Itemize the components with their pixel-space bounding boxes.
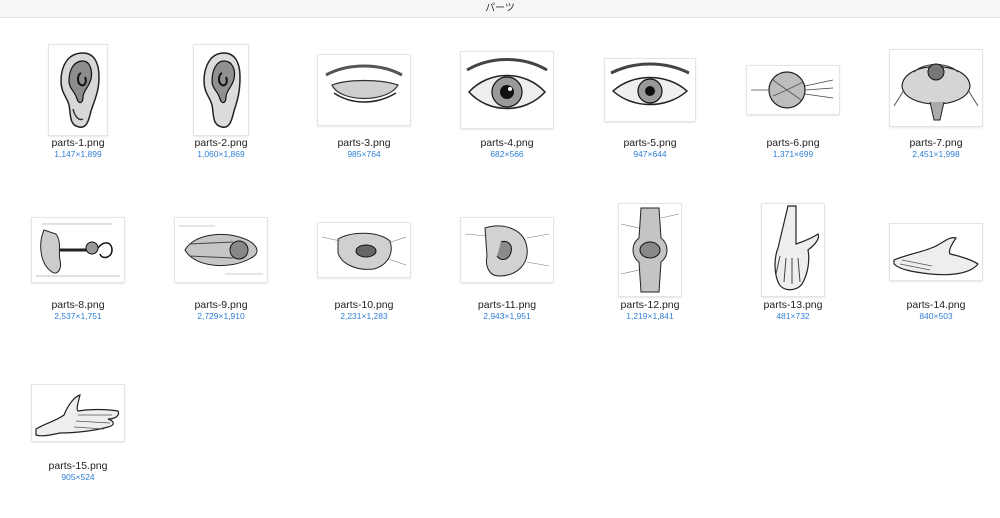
finder-window: パーツ parts-1.png 1,147×1,899 parts-2.png … [0, 0, 1000, 518]
file-item-parts-9[interactable]: parts-9.png 2,729×1,910 [151, 180, 291, 322]
thumbnail-area [437, 180, 577, 290]
eye-icon[interactable] [605, 59, 695, 121]
hand-icon[interactable] [762, 204, 824, 296]
file-item-parts-1[interactable]: parts-1.png 1,147×1,899 [8, 18, 148, 160]
thumbnail-area [8, 18, 148, 135]
inner-ear-diagram-icon[interactable] [32, 218, 124, 282]
knee-joint-diagram-icon[interactable] [619, 204, 681, 296]
thumbnail-area [8, 180, 148, 290]
file-dimensions: 1,060×1,869 [197, 149, 245, 159]
file-dimensions: 1,219×1,841 [626, 311, 674, 321]
ear-icon[interactable] [49, 45, 107, 135]
open-hand-icon[interactable] [890, 224, 982, 280]
eye-socket-diagram-icon[interactable] [318, 223, 410, 277]
eyeball-diagram-icon[interactable] [747, 66, 839, 114]
file-name: parts-4.png [480, 137, 534, 149]
file-dimensions: 905×524 [61, 472, 95, 482]
hand-pointing-icon[interactable] [32, 385, 124, 441]
thumbnail-area [723, 18, 863, 128]
thumbnail-area [294, 18, 434, 128]
thumbnail-area [294, 180, 434, 290]
file-item-parts-13[interactable]: parts-13.png 481×732 [723, 180, 863, 322]
file-name: parts-9.png [194, 299, 248, 311]
file-name: parts-8.png [51, 299, 105, 311]
file-dimensions: 2,537×1,751 [54, 311, 102, 321]
file-name: parts-15.png [48, 460, 108, 472]
thumbnail-area [151, 18, 291, 135]
thumbnail-area [151, 180, 291, 290]
file-dimensions: 2,231×1,283 [340, 311, 388, 321]
file-dimensions: 2,729×1,910 [197, 311, 245, 321]
file-dimensions: 1,147×1,899 [54, 149, 102, 159]
file-item-parts-14[interactable]: parts-14.png 840×503 [866, 180, 1000, 322]
file-dimensions: 481×732 [776, 311, 810, 321]
file-name: parts-12.png [620, 299, 680, 311]
file-name: parts-1.png [51, 137, 105, 149]
file-dimensions: 985×764 [347, 149, 381, 159]
file-dimensions: 682×566 [490, 149, 524, 159]
window-title: パーツ [0, 0, 1000, 18]
file-item-parts-7[interactable]: parts-7.png 2,451×1,998 [866, 18, 1000, 160]
ear-icon[interactable] [194, 45, 248, 135]
thumbnail-area [723, 180, 863, 296]
file-name: parts-5.png [623, 137, 677, 149]
file-name: parts-7.png [909, 137, 963, 149]
eyeball-dissection-icon[interactable] [890, 50, 982, 126]
file-name: parts-11.png [477, 299, 537, 311]
file-item-parts-8[interactable]: parts-8.png 2,537×1,751 [8, 180, 148, 322]
file-dimensions: 2,943×1,951 [483, 311, 531, 321]
eye-icon[interactable] [461, 52, 553, 128]
file-name: parts-14.png [906, 299, 966, 311]
file-item-parts-12[interactable]: parts-12.png 1,219×1,841 [580, 180, 720, 322]
file-dimensions: 840×503 [919, 311, 953, 321]
file-dimensions: 947×644 [633, 149, 667, 159]
file-name: parts-6.png [766, 137, 820, 149]
file-item-parts-11[interactable]: parts-11.png 2,943×1,951 [437, 180, 577, 322]
file-item-parts-4[interactable]: parts-4.png 682×566 [437, 18, 577, 160]
thumbnail-area [866, 18, 1000, 128]
thumbnail-area [580, 18, 720, 128]
file-dimensions: 2,451×1,998 [912, 149, 960, 159]
file-name: parts-10.png [334, 299, 394, 311]
file-item-parts-2[interactable]: parts-2.png 1,060×1,869 [151, 18, 291, 160]
thumbnail-area [866, 180, 1000, 290]
file-name: parts-3.png [337, 137, 391, 149]
eye-muscles-diagram-icon[interactable] [175, 218, 267, 282]
head-section-diagram-icon[interactable] [461, 218, 553, 282]
file-item-parts-15[interactable]: parts-15.png 905×524 [8, 341, 148, 483]
file-name: parts-2.png [194, 137, 248, 149]
file-dimensions: 1,371×699 [772, 149, 814, 159]
file-item-parts-5[interactable]: parts-5.png 947×644 [580, 18, 720, 160]
thumbnail-area [8, 341, 148, 451]
file-name: parts-13.png [763, 299, 823, 311]
thumbnail-area [437, 18, 577, 128]
thumbnail-area [580, 180, 720, 296]
file-item-parts-6[interactable]: parts-6.png 1,371×699 [723, 18, 863, 160]
closed-eye-icon[interactable] [318, 55, 410, 125]
file-item-parts-10[interactable]: parts-10.png 2,231×1,283 [294, 180, 434, 322]
file-item-parts-3[interactable]: parts-3.png 985×764 [294, 18, 434, 160]
